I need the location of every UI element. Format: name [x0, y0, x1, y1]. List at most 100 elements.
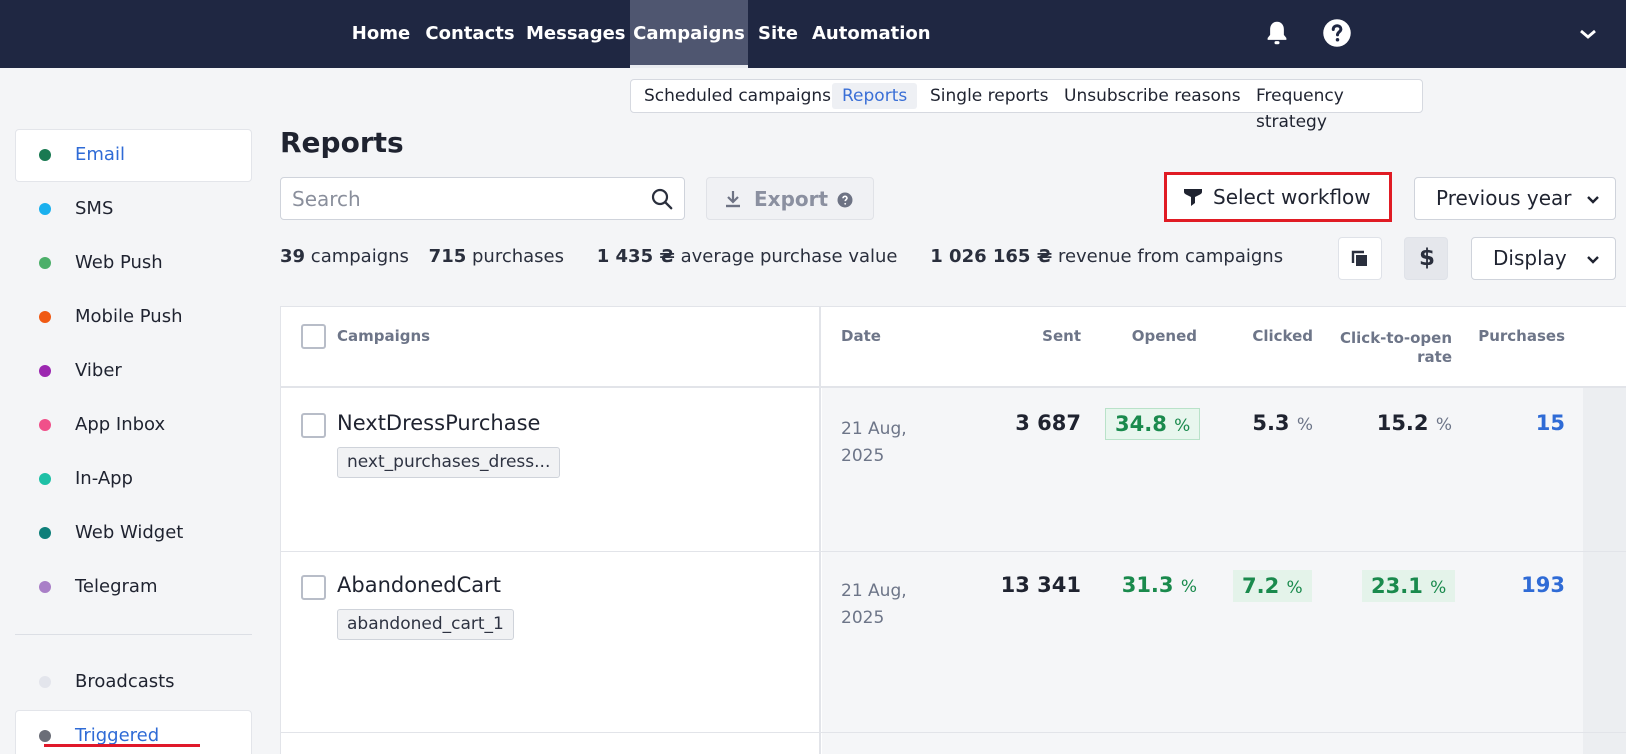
campaign-date: 21 Aug, 2025	[841, 578, 907, 632]
page-title: Reports	[280, 126, 404, 159]
channel-dot	[39, 149, 51, 161]
sidebar-item-label: SMS	[75, 198, 114, 219]
export-label: Export	[754, 187, 829, 211]
export-button[interactable]: Export	[706, 177, 874, 220]
search-icon[interactable]	[650, 187, 674, 211]
sidebar-item-in-app[interactable]: In-App	[0, 461, 260, 497]
clicked-value: 7.2 %	[1233, 570, 1312, 602]
cto-value: 23.1 %	[1362, 570, 1456, 602]
sidebar-item-email[interactable]: Email	[0, 137, 260, 173]
channel-dot	[39, 365, 51, 377]
tab-scheduled-campaigns[interactable]: Scheduled campaigns	[634, 83, 841, 109]
help-icon[interactable]	[1322, 18, 1352, 48]
percent-sign: %	[1296, 415, 1313, 435]
sidebar-item-sms[interactable]: SMS	[0, 191, 260, 227]
tab-reports[interactable]: Reports	[832, 83, 918, 109]
nav-contacts[interactable]: Contacts	[425, 0, 515, 68]
channel-dot	[39, 527, 51, 539]
help-icon[interactable]	[837, 192, 853, 208]
type-dot	[39, 730, 51, 742]
bell-icon[interactable]	[1262, 18, 1292, 48]
funnel-icon	[1184, 189, 1202, 206]
period-label: Previous year	[1436, 186, 1572, 210]
campaign-stats: 39 campaigns 715 purchases 1 435 ₴ avera…	[280, 246, 1283, 267]
sidebar-item-viber[interactable]: Viber	[0, 353, 260, 389]
sidebar-item-triggered[interactable]: Triggered	[0, 718, 260, 754]
stat-revenue-label: revenue from campaigns	[1057, 246, 1284, 267]
period-dropdown[interactable]: Previous year	[1414, 177, 1616, 220]
tab-single-reports[interactable]: Single reports	[920, 83, 1058, 109]
header-divider	[281, 386, 1626, 388]
tab-frequency-strategy[interactable]: Frequency strategy	[1246, 83, 1422, 132]
campaign-name[interactable]: NextDressPurchase	[337, 411, 540, 435]
currency-toggle-button[interactable]: $	[1404, 237, 1448, 280]
date-line1: 21 Aug,	[841, 581, 907, 601]
display-dropdown[interactable]: Display	[1471, 237, 1616, 280]
sent-value: 13 341	[1000, 573, 1081, 597]
stat-campaigns-value: 39	[280, 246, 306, 267]
sidebar-item-label: Mobile Push	[75, 306, 183, 327]
stat-campaigns-label: campaigns	[310, 246, 409, 267]
clicked-number: 5.3	[1252, 411, 1290, 435]
channel-dot	[39, 203, 51, 215]
chevron-down-icon[interactable]	[1578, 24, 1598, 44]
channel-dot	[39, 419, 51, 431]
sidebar-item-label: Viber	[75, 360, 122, 381]
select-workflow-button[interactable]: Select workflow	[1164, 172, 1392, 222]
sidebar-item-label: Email	[75, 144, 125, 165]
stat-purchases-label: purchases	[471, 246, 564, 267]
sidebar-divider	[15, 634, 252, 635]
channel-dot	[39, 311, 51, 323]
select-all-checkbox[interactable]	[301, 324, 326, 349]
sidebar-item-app-inbox[interactable]: App Inbox	[0, 407, 260, 443]
campaign-table: Campaigns Date Sent Opened Clicked Click…	[280, 306, 1626, 754]
table-scroll-strip	[1583, 387, 1626, 754]
sidebar-item-label: In-App	[75, 468, 133, 489]
sidebar-item-web-push[interactable]: Web Push	[0, 245, 260, 281]
tab-unsubscribe-reasons[interactable]: Unsubscribe reasons	[1054, 83, 1251, 109]
percent-sign: %	[1430, 578, 1447, 598]
header-campaigns[interactable]: Campaigns	[337, 327, 430, 345]
percent-sign: %	[1180, 577, 1197, 597]
sidebar-item-broadcasts[interactable]: Broadcasts	[0, 664, 260, 700]
report-subtabs: Scheduled campaigns Reports Single repor…	[630, 79, 1423, 132]
campaign-tag: next_purchases_dress...	[337, 447, 561, 478]
nav-campaigns[interactable]: Campaigns	[630, 0, 748, 68]
search-placeholder: Search	[292, 187, 361, 211]
header-purchases[interactable]: Purchases	[1461, 327, 1565, 345]
opened-number: 31.3	[1121, 573, 1174, 597]
nav-automation[interactable]: Automation	[812, 0, 931, 68]
sidebar-item-web-widget[interactable]: Web Widget	[0, 515, 260, 551]
header-opened[interactable]: Opened	[1091, 327, 1197, 345]
sidebar-item-telegram[interactable]: Telegram	[0, 569, 260, 605]
cto-number: 23.1	[1371, 574, 1423, 598]
stat-avg-label: average purchase value	[680, 246, 898, 267]
sent-value: 3 687	[1015, 411, 1081, 435]
row-checkbox[interactable]	[301, 575, 326, 600]
purchases-value[interactable]: 193	[1495, 573, 1565, 597]
row-divider	[281, 732, 1626, 733]
nav-site[interactable]: Site	[755, 0, 801, 68]
date-line2: 2025	[841, 608, 885, 628]
header-sent[interactable]: Sent	[981, 327, 1081, 345]
purchases-value[interactable]: 15	[1495, 411, 1565, 435]
campaign-date: 21 Aug, 2025	[841, 416, 907, 470]
nav-messages[interactable]: Messages	[526, 0, 626, 68]
search-input[interactable]: Search	[280, 177, 685, 220]
nav-home[interactable]: Home	[345, 0, 417, 68]
table-scroll-area	[822, 387, 1626, 754]
percent-sign: %	[1435, 415, 1452, 435]
header-click-to-open-rate[interactable]: Click-to-open rate	[1321, 329, 1452, 367]
channel-dot	[39, 473, 51, 485]
row-checkbox[interactable]	[301, 413, 326, 438]
campaign-name[interactable]: AbandonedCart	[337, 573, 501, 597]
channel-dot	[39, 581, 51, 593]
copy-button[interactable]	[1338, 237, 1382, 280]
header-clicked[interactable]: Clicked	[1211, 327, 1313, 345]
row-divider	[281, 551, 1626, 552]
sidebar-item-mobile-push[interactable]: Mobile Push	[0, 299, 260, 335]
chevron-down-icon	[1587, 256, 1599, 264]
header-date[interactable]: Date	[841, 327, 881, 345]
date-line1: 21 Aug,	[841, 419, 907, 439]
header-cto-line2: rate	[1417, 348, 1452, 366]
